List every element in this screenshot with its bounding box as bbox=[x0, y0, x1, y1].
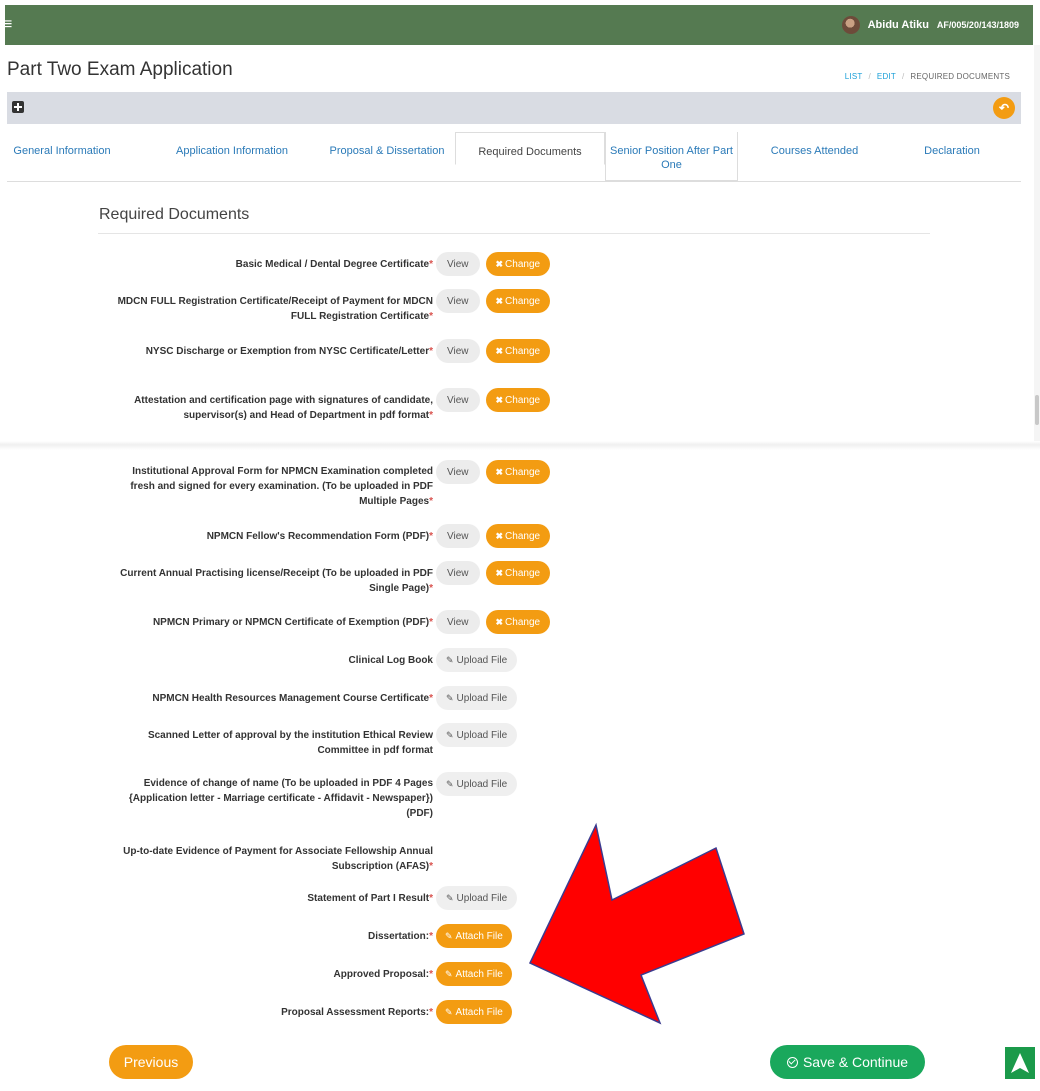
change-button[interactable]: ✖ Change bbox=[485, 339, 551, 363]
document-label: Basic Medical / Dental Degree Certificat… bbox=[235, 259, 433, 270]
view-button[interactable]: View bbox=[436, 524, 480, 548]
paperclip-icon: ✎ bbox=[446, 729, 454, 740]
document-label: NPMCN Health Resources Management Course… bbox=[152, 693, 433, 704]
times-icon: ✖ bbox=[495, 530, 504, 541]
times-icon: ✖ bbox=[495, 394, 504, 405]
check-circle-icon bbox=[786, 1056, 798, 1068]
view-button[interactable]: View bbox=[436, 610, 480, 634]
toolbar: ↶ bbox=[7, 92, 1021, 124]
upload-file-button[interactable]: ✎ Upload File bbox=[436, 648, 518, 672]
times-icon: ✖ bbox=[495, 345, 504, 356]
upload-file-button[interactable]: ✎ Upload File bbox=[436, 886, 518, 910]
user-name: Abidu Atiku bbox=[867, 19, 929, 31]
save-continue-button[interactable]: Save & Continue bbox=[770, 1045, 925, 1079]
document-label: Dissertation:* bbox=[367, 931, 433, 942]
document-label: NYSC Discharge or Exemption from NYSC Ce… bbox=[145, 346, 433, 357]
attach-file-button[interactable]: ✎ Attach File bbox=[436, 1000, 512, 1024]
tab-courses-attended[interactable]: Courses Attended bbox=[737, 144, 892, 158]
form-tabs: General Information Application Informat… bbox=[7, 132, 1021, 182]
document-label: Clinical Log Book bbox=[348, 655, 433, 666]
document-label: Scanned Letter of approval by the instit… bbox=[147, 730, 433, 756]
view-button[interactable]: View bbox=[436, 339, 480, 363]
view-button[interactable]: View bbox=[436, 289, 480, 313]
document-label: NPMCN Fellow's Recommendation Form (PDF)… bbox=[206, 531, 433, 542]
upload-file-button[interactable]: ✎ Upload File bbox=[436, 686, 518, 710]
paperclip-icon: ✎ bbox=[446, 778, 454, 789]
view-button[interactable]: View bbox=[436, 252, 480, 276]
avatar bbox=[841, 16, 860, 34]
screenshot-seam bbox=[0, 441, 1040, 450]
user-id: AF/005/20/143/1809 bbox=[936, 20, 1019, 30]
previous-button[interactable]: Previous bbox=[109, 1045, 193, 1079]
user-menu[interactable]: Abidu Atiku AF/005/20/143/1809 bbox=[841, 16, 1019, 34]
plus-square-icon[interactable] bbox=[12, 101, 24, 113]
change-button[interactable]: ✖ Change bbox=[485, 524, 551, 548]
view-button[interactable]: View bbox=[436, 460, 480, 484]
breadcrumb-separator: / bbox=[868, 72, 871, 81]
view-button[interactable]: View bbox=[436, 561, 480, 585]
paperclip-icon: ✎ bbox=[445, 1006, 453, 1017]
tab-declaration[interactable]: Declaration bbox=[892, 144, 1012, 158]
document-label: Approved Proposal:* bbox=[333, 969, 433, 980]
breadcrumb-separator: / bbox=[901, 72, 905, 81]
attach-file-button[interactable]: ✎ Attach File bbox=[436, 962, 512, 986]
document-label: Evidence of change of name (To be upload… bbox=[128, 778, 433, 819]
tab-application-information[interactable]: Application Information bbox=[162, 144, 302, 158]
change-button[interactable]: ✖ Change bbox=[485, 610, 551, 634]
tab-required-documents[interactable]: Required Documents bbox=[455, 132, 605, 165]
document-label: Proposal Assessment Reports:* bbox=[281, 1007, 433, 1018]
breadcrumb-edit-link[interactable]: EDIT bbox=[877, 72, 896, 81]
paperclip-icon: ✎ bbox=[445, 930, 453, 941]
annotation-arrow-icon bbox=[528, 822, 745, 1025]
back-button[interactable]: ↶ bbox=[993, 97, 1015, 119]
tab-general-information[interactable]: General Information bbox=[7, 144, 117, 158]
upload-file-button[interactable]: ✎ Upload File bbox=[436, 723, 518, 747]
attach-file-button[interactable]: ✎ Attach File bbox=[436, 924, 512, 948]
times-icon: ✖ bbox=[495, 295, 504, 306]
top-navbar: ≡ Abidu Atiku AF/005/20/143/1809 bbox=[3, 5, 1033, 45]
view-button[interactable]: View bbox=[436, 388, 480, 412]
section-divider bbox=[98, 233, 930, 234]
document-label: Institutional Approval Form for NPMCN Ex… bbox=[130, 466, 433, 507]
tab-proposal-dissertation[interactable]: Proposal & Dissertation bbox=[317, 144, 457, 158]
change-button[interactable]: ✖ Change bbox=[485, 561, 551, 585]
section-title: Required Documents bbox=[99, 206, 250, 223]
document-label: NPMCN Primary or NPMCN Certificate of Ex… bbox=[152, 617, 433, 628]
paperclip-icon: ✎ bbox=[446, 654, 454, 665]
arrow-up-icon bbox=[1011, 1053, 1029, 1073]
change-button[interactable]: ✖ Change bbox=[485, 460, 551, 484]
scroll-to-top-button[interactable] bbox=[1005, 1047, 1035, 1079]
times-icon: ✖ bbox=[495, 466, 504, 477]
breadcrumb-list-link[interactable]: LIST bbox=[845, 72, 863, 81]
paperclip-icon: ✎ bbox=[445, 968, 453, 979]
times-icon: ✖ bbox=[495, 616, 504, 627]
scrollbar-track[interactable] bbox=[1034, 45, 1040, 443]
document-label: Statement of Part I Result* bbox=[307, 893, 433, 904]
times-icon: ✖ bbox=[495, 258, 504, 269]
document-label: Current Annual Practising license/Receip… bbox=[120, 568, 433, 594]
document-label: MDCN FULL Registration Certificate/Recei… bbox=[117, 296, 433, 322]
change-button[interactable]: ✖ Change bbox=[485, 252, 551, 276]
breadcrumb-current: REQUIRED DOCUMENTS bbox=[910, 72, 1010, 81]
change-button[interactable]: ✖ Change bbox=[485, 289, 551, 313]
hamburger-menu-icon[interactable]: ≡ bbox=[3, 16, 15, 34]
document-label: Attestation and certification page with … bbox=[134, 395, 433, 421]
paperclip-icon: ✎ bbox=[446, 692, 454, 703]
paperclip-icon: ✎ bbox=[446, 892, 454, 903]
breadcrumb: LIST / EDIT / REQUIRED DOCUMENTS bbox=[845, 72, 1010, 81]
scrollbar-thumb[interactable] bbox=[1035, 395, 1039, 425]
times-icon: ✖ bbox=[495, 567, 504, 578]
document-label: Up-to-date Evidence of Payment for Assoc… bbox=[123, 846, 433, 872]
change-button[interactable]: ✖ Change bbox=[485, 388, 551, 412]
tab-senior-position[interactable]: Senior Position After Part One bbox=[605, 132, 738, 181]
reply-icon: ↶ bbox=[998, 101, 1010, 115]
upload-file-button[interactable]: ✎ Upload File bbox=[436, 772, 518, 796]
page-title: Part Two Exam Application bbox=[7, 59, 233, 80]
